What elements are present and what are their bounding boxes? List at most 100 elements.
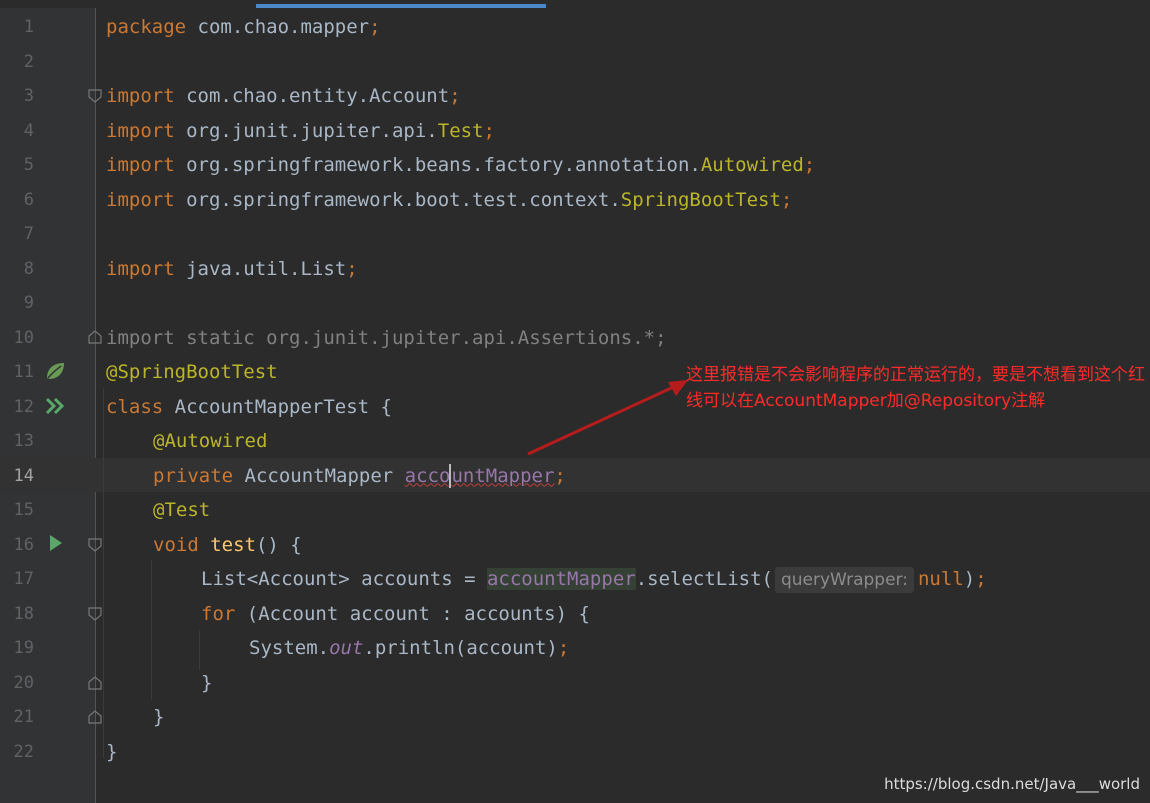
code-text: org.springframework.beans.factory.annota… [174,154,701,176]
code-text: org.junit.jupiter.api. [174,119,438,142]
line-number: 17 [13,569,34,589]
fold-marker-icon[interactable] [88,89,102,103]
semicolon: ; [975,568,987,590]
line-number: 6 [23,189,34,210]
line-number: 13 [13,431,34,451]
code-line-15[interactable]: @Test [153,493,210,528]
field-part: untMapper [451,464,555,487]
code-text: com.chao.mapper [186,16,370,38]
annotation-note: 这里报错是不会影响程序的正常运行的，要是不想看到这个红线可以在AccountMa… [686,365,1145,411]
run-test-method-icon[interactable] [44,532,66,554]
code-text: com.chao.entity. [174,85,370,107]
code-line-22[interactable]: } [106,735,117,770]
code-line-6[interactable]: import org.springframework.boot.test.con… [106,183,792,218]
spring-bean-leaf-icon[interactable] [44,360,66,382]
keyword: for [201,602,236,625]
type-name: AccountMapper [233,464,405,487]
annotation-class: Test [437,119,484,142]
semicolon: ; [346,257,358,280]
code-line-10-unused-import[interactable]: import static org.junit.jupiter.api.Asse… [106,321,667,356]
keyword: void [153,533,199,556]
class-name: Account [369,85,450,107]
line-number: 16 [13,534,34,555]
editor-tab-bar [0,0,1150,8]
keyword: import [106,257,175,280]
fold-end-marker-icon[interactable] [88,710,102,724]
code-line-12[interactable]: class AccountMapperTest { [106,390,392,425]
parameter-hint: queryWrapper: [774,567,914,593]
code-text: org.springframework.boot.test.context. [174,188,621,211]
method-call: .selectList( [635,568,773,590]
code-text: (Account account : accounts) { [235,602,590,625]
line-number: 2 [23,51,34,72]
code-line-8[interactable]: import java.util.List; [106,252,358,287]
field-highlighted[interactable]: accountMapper [486,568,636,590]
keyword: import [106,154,175,176]
code-line-14[interactable]: private AccountMapper accountMapper; [153,459,566,494]
semicolon: ; [803,154,816,176]
line-number: 4 [23,120,34,141]
code-line-21[interactable]: } [153,700,164,735]
semicolon: ; [554,464,566,487]
semicolon: ; [557,637,570,659]
annotation-class: Autowired [700,154,804,176]
class-declaration: AccountMapperTest { [163,395,392,418]
field-with-error[interactable]: accountMapper [404,464,555,488]
line-number: 10 [13,327,34,348]
fold-end-marker-icon[interactable] [88,676,102,690]
annotation: @Test [153,499,211,521]
indent-guide [151,560,152,700]
line-number: 1 [23,17,34,37]
semicolon: ; [369,16,381,38]
code-line-13[interactable]: @Autowired [153,424,267,459]
line-number: 3 [23,86,34,106]
fold-marker-icon[interactable] [88,538,102,552]
static-field: out [329,637,364,659]
code-text: java.util. [174,257,301,280]
code-line-4[interactable]: import org.junit.jupiter.api.Test; [106,114,495,149]
annotation: @SpringBootTest [106,361,278,383]
code-line-1[interactable]: package com.chao.mapper; [106,10,381,45]
line-number: 21 [13,707,34,727]
annotation-class: SpringBootTest [620,188,781,211]
keyword: package [106,16,187,38]
keyword: import [106,188,175,211]
code-line-3[interactable]: import com.chao.entity.Account; [106,79,461,114]
semicolon: ; [780,188,793,211]
keyword: import [106,119,175,142]
watermark: https://blog.csdn.net/Java___world [884,775,1140,793]
code-text: System. [249,637,330,659]
keyword: class [106,395,164,418]
line-number-current: 14 [13,465,34,486]
class-name: List [300,257,347,280]
annotation-arrow-icon [527,380,688,456]
line-number: 8 [23,258,34,279]
semicolon: ; [483,119,495,142]
code-text: ) [963,568,976,590]
line-number: 7 [23,224,34,244]
method-call: .println(account) [363,637,558,659]
keyword: import [106,85,175,107]
indent-guide [199,630,200,670]
line-number: 19 [13,638,34,658]
code-text: List<Account> accounts = [201,568,487,590]
code-line-11[interactable]: @SpringBootTest [106,355,278,390]
code-line-18[interactable]: for (Account account : accounts) { [201,597,590,632]
code-line-17[interactable]: List<Account> accounts = accountMapper.s… [201,562,987,597]
fold-end-marker-icon[interactable] [88,330,102,344]
line-number: 5 [23,155,34,175]
line-number: 20 [13,672,34,693]
semicolon: ; [449,85,461,107]
fold-marker-icon[interactable] [88,607,102,621]
code-line-19[interactable]: System.out.println(account); [249,631,569,666]
code-line-16[interactable]: void test() { [153,528,302,563]
code-line-20[interactable]: } [201,666,212,701]
method-name: test [210,533,256,556]
keyword: null [917,568,964,590]
line-number: 15 [13,500,34,520]
run-test-class-icon[interactable] [44,395,66,417]
code-line-5[interactable]: import org.springframework.beans.factory… [106,148,815,183]
field-part: acco [404,464,451,487]
code-text: () { [255,533,302,556]
